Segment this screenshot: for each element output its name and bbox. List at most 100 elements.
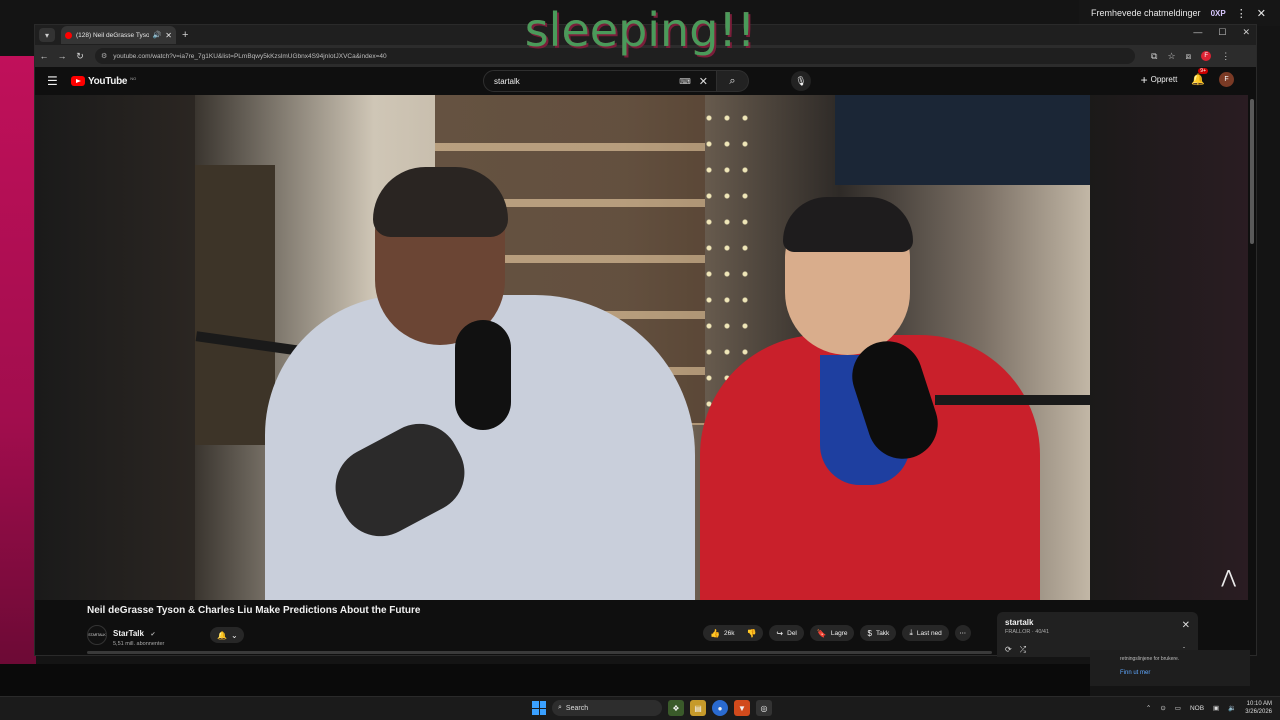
host-left-hair bbox=[373, 167, 508, 237]
clock-date: 3/26/2026 bbox=[1245, 709, 1272, 715]
bell-icon: 🔔 bbox=[1191, 74, 1205, 86]
desktop-wallpaper bbox=[0, 56, 36, 666]
video-frame[interactable] bbox=[195, 95, 1090, 600]
bookmark-icon: 🔖 bbox=[816, 628, 827, 638]
tray-overflow-icon[interactable]: ⌃ bbox=[1146, 704, 1151, 712]
notification-popup: retningslinjene for brukere. Finn ut mer bbox=[1090, 650, 1250, 686]
share-label: Del bbox=[787, 629, 797, 637]
download-button[interactable]: ⤓ Last ned bbox=[902, 625, 949, 641]
guest-right-hair bbox=[783, 197, 913, 252]
account-avatar[interactable]: F bbox=[1219, 72, 1234, 87]
clock[interactable]: 10:10 AM 3/26/2026 bbox=[1245, 700, 1272, 716]
taskbar: ⌕ Search ❖ ▤ ● ▼ ◎ ⌃ ⊙ ▭ NOB ▣ 🔉 10:10 A… bbox=[0, 696, 1280, 720]
video-title: Neil deGrasse Tyson & Charles Liu Make P… bbox=[87, 605, 421, 616]
desktop-bottom-strip bbox=[0, 664, 1090, 696]
search-input-value: startalk bbox=[494, 76, 520, 86]
shuffle-icon[interactable]: ⤮ bbox=[1020, 645, 1026, 655]
notification-text: retningslinjene for brukere. bbox=[1120, 656, 1180, 662]
more-actions-button[interactable]: ⋯ bbox=[954, 625, 971, 641]
thumbs-up-icon: 👍 bbox=[710, 628, 720, 638]
channel-row: STARTALK StarTalk ✔ 5,51 mill. abonnente… bbox=[87, 623, 245, 647]
share-icon: ↪ bbox=[776, 628, 784, 638]
description-divider bbox=[87, 651, 992, 654]
file-explorer-icon[interactable]: ▤ bbox=[690, 700, 706, 716]
system-tray: ⌃ ⊙ ▭ NOB ▣ 🔉 10:10 AM 3/26/2026 bbox=[1146, 700, 1272, 716]
widgets-icon[interactable]: ❖ bbox=[668, 700, 684, 716]
region-code: NO bbox=[130, 75, 137, 81]
app-icon[interactable]: ◎ bbox=[756, 700, 772, 716]
wall-art bbox=[195, 165, 275, 445]
search-icon: ⌕ bbox=[558, 704, 562, 711]
playlist-subtitle: FRALLOR · 40/41 bbox=[1005, 629, 1050, 635]
youtube-play-icon bbox=[71, 76, 85, 86]
brave-icon[interactable]: ▼ bbox=[734, 700, 750, 716]
like-count: 26k bbox=[723, 629, 735, 637]
clock-time: 10:10 AM bbox=[1246, 701, 1272, 707]
thanks-icon: $ bbox=[867, 628, 872, 638]
voice-search-button[interactable]: 🎙 bbox=[791, 71, 811, 91]
learn-more-link[interactable]: Finn ut mer bbox=[1120, 670, 1220, 676]
channel-avatar[interactable]: STARTALK bbox=[87, 625, 107, 645]
clear-search-icon[interactable]: ✕ bbox=[699, 75, 708, 88]
plus-icon: + bbox=[1140, 72, 1148, 87]
network-icon[interactable]: ▣ bbox=[1213, 704, 1219, 712]
youtube-header: ☰ YouTube NO startalk ⌨ ✕ ⌕ 🎙 + Opprett … bbox=[35, 67, 1256, 95]
chrome-icon[interactable]: ● bbox=[712, 700, 728, 716]
notification-count-badge: 9+ bbox=[1198, 68, 1208, 74]
download-icon: ⤓ bbox=[909, 628, 913, 637]
microphone-icon: 🎙 bbox=[795, 75, 807, 86]
header-actions: + Opprett 🔔 9+ F bbox=[1141, 68, 1234, 87]
subscription-bell-button[interactable]: 🔔 ⌄ bbox=[210, 627, 245, 643]
subscriber-count: 5,51 mill. abonnenter bbox=[113, 641, 165, 647]
search-icon: ⌕ bbox=[729, 74, 736, 87]
more-horizontal-icon: ⋯ bbox=[959, 630, 967, 637]
loop-icon[interactable]: ⟳ bbox=[1005, 645, 1012, 655]
startalk-watermark-icon: ⋀ bbox=[1221, 567, 1236, 587]
ambient-left bbox=[35, 95, 195, 600]
tray-folder-icon[interactable]: ▭ bbox=[1175, 704, 1181, 712]
stream-overlay-text: sleeping!! bbox=[524, 3, 756, 57]
microphone-left bbox=[455, 320, 511, 430]
channel-name[interactable]: StarTalk bbox=[113, 629, 144, 638]
search-button[interactable]: ⌕ bbox=[717, 70, 749, 92]
space-poster bbox=[835, 95, 1090, 185]
save-button[interactable]: 🔖 Lagre bbox=[809, 625, 855, 641]
like-button[interactable]: 👍 26k 👎 bbox=[703, 625, 764, 641]
download-label: Last ned bbox=[916, 629, 942, 637]
windows-start-icon[interactable] bbox=[532, 701, 546, 715]
create-button[interactable]: + Opprett bbox=[1141, 73, 1178, 87]
youtube-logo[interactable]: YouTube NO bbox=[71, 76, 136, 87]
share-button[interactable]: ↪ Del bbox=[769, 625, 804, 641]
video-actions: 👍 26k 👎 ↪ Del 🔖 Lagre $ Takk ⤓ Last ned bbox=[703, 625, 971, 641]
tray-app-icon[interactable]: ⊙ bbox=[1160, 704, 1165, 712]
save-label: Lagre bbox=[830, 629, 848, 637]
playlist-title[interactable]: startalk bbox=[1005, 618, 1190, 627]
chevron-down-icon: ⌄ bbox=[231, 630, 238, 640]
thanks-label: Takk bbox=[875, 629, 890, 637]
thanks-button[interactable]: $ Takk bbox=[860, 625, 897, 641]
taskbar-search-label: Search bbox=[565, 704, 589, 712]
page-scrollbar[interactable] bbox=[1248, 95, 1256, 655]
search-input[interactable]: startalk ⌨ ✕ bbox=[483, 70, 717, 92]
playlist-controls: ⟳ ⤮ bbox=[1005, 645, 1026, 655]
thumbs-down-icon[interactable]: 👎 bbox=[746, 629, 756, 638]
youtube-wordmark: YouTube bbox=[88, 75, 128, 87]
mic-arm-right bbox=[935, 395, 1090, 405]
notifications-button[interactable]: 🔔 9+ bbox=[1191, 68, 1208, 86]
bell-icon: 🔔 bbox=[217, 630, 227, 640]
create-label: Opprett bbox=[1150, 75, 1178, 84]
desktop: Fremhevede chatmeldinger 0XP ⋮ ✕ ▾ (128)… bbox=[0, 0, 1280, 720]
keyboard-icon[interactable]: ⌨ bbox=[679, 77, 691, 86]
language-indicator[interactable]: NOB bbox=[1190, 705, 1204, 712]
search-box: startalk ⌨ ✕ ⌕ bbox=[483, 70, 749, 92]
video-player[interactable]: ⋀ bbox=[35, 95, 1250, 600]
browser-window: ▾ (128) Neil deGrasse Tyson & 🔊 ✕ + — ☐ … bbox=[34, 24, 1257, 657]
scrollbar-thumb[interactable] bbox=[1250, 99, 1254, 244]
taskbar-apps: ⌕ Search ❖ ▤ ● ▼ ◎ bbox=[532, 700, 772, 716]
ambient-right: ⋀ bbox=[1090, 95, 1250, 600]
verified-icon: ✔ bbox=[150, 632, 156, 638]
playlist-close-icon[interactable]: ✕ bbox=[1182, 620, 1190, 631]
volume-icon[interactable]: 🔉 bbox=[1228, 704, 1236, 712]
menu-icon[interactable]: ☰ bbox=[47, 74, 61, 88]
taskbar-search[interactable]: ⌕ Search bbox=[552, 700, 662, 716]
